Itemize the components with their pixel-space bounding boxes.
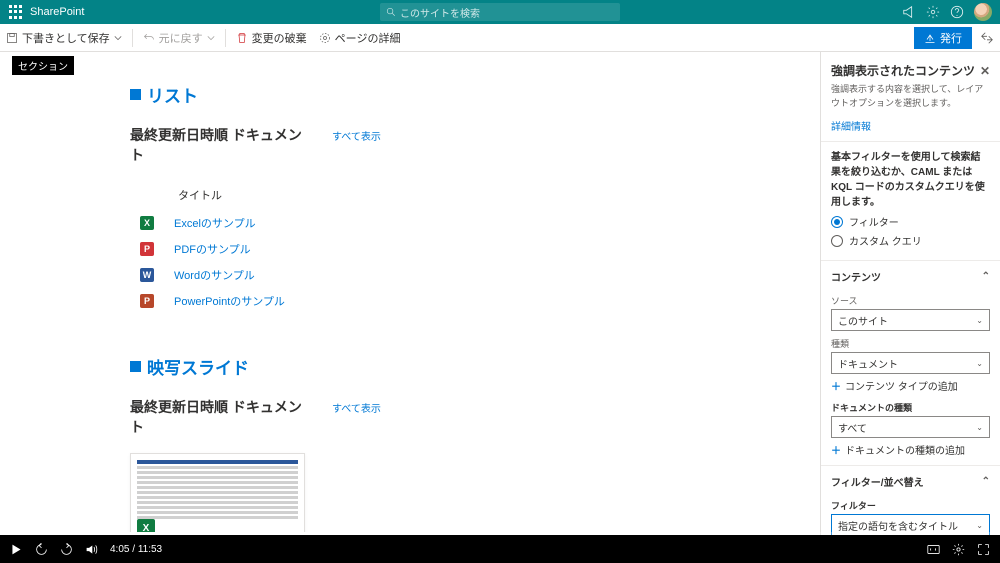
doctype-label: ドキュメントの種類	[831, 401, 990, 414]
detail-info-link[interactable]: 詳細情報	[821, 118, 1000, 141]
chevron-up-icon: ⌃	[982, 476, 990, 487]
card-preview: X	[131, 454, 304, 544]
suite-right	[902, 3, 992, 21]
settings-gear-icon[interactable]	[926, 5, 940, 19]
source-label: ソース	[831, 294, 990, 307]
group-filter-sort[interactable]: フィルター/並べ替え⌃	[821, 465, 1000, 493]
radio-filter[interactable]: フィルター	[831, 214, 990, 229]
play-icon[interactable]	[10, 543, 23, 556]
view-all-link[interactable]: すべて表示	[332, 128, 381, 143]
save-draft-button[interactable]: 下書きとして保存	[0, 24, 128, 51]
radio-unchecked-icon	[831, 235, 843, 247]
chevron-down-icon	[207, 34, 215, 42]
chevron-up-icon: ⌃	[982, 271, 990, 282]
close-panel-icon[interactable]: ✕	[980, 64, 990, 78]
undo-button[interactable]: 元に戻す	[137, 24, 221, 51]
panel-title: 強調表示されたコンテンツ	[831, 62, 975, 79]
doc-link[interactable]: PDFのサンプル	[174, 241, 251, 257]
add-doctype[interactable]: ＋ドキュメントの種類の追加	[831, 442, 990, 457]
square-bullet-icon	[130, 89, 141, 100]
chevron-down-icon: ⌄	[976, 521, 983, 530]
list-item[interactable]: P PowerPointのサンプル	[140, 288, 740, 314]
zone-title-list: リスト	[130, 82, 740, 107]
search-icon	[386, 7, 396, 17]
page-details-button[interactable]: ページの詳細	[313, 24, 407, 51]
doctype-dropdown[interactable]: すべて⌄	[831, 416, 990, 438]
video-time: 4:05 / 11:53	[110, 544, 162, 555]
megaphone-icon[interactable]	[902, 5, 916, 19]
list-item[interactable]: X Excelのサンプル	[140, 210, 740, 236]
pdf-file-icon: P	[140, 242, 154, 256]
divider	[225, 29, 226, 47]
doc-link[interactable]: Wordのサンプル	[174, 267, 255, 283]
list-item[interactable]: P PDFのサンプル	[140, 236, 740, 262]
search-placeholder: このサイトを検索	[400, 5, 480, 20]
type-label: 種類	[831, 337, 990, 350]
volume-icon[interactable]	[85, 543, 98, 556]
page-canvas: セクション リスト 最終更新日時順 ドキュメント すべて表示 タイトル X Exc…	[0, 52, 820, 563]
forward-10-icon[interactable]	[60, 543, 73, 556]
user-avatar[interactable]	[974, 3, 992, 21]
column-header-title: タイトル	[140, 181, 740, 210]
page-settings-icon	[319, 32, 331, 44]
publish-icon	[924, 32, 936, 44]
suite-bar: SharePoint このサイトを検索	[0, 0, 1000, 24]
workspace: セクション リスト 最終更新日時順 ドキュメント すべて表示 タイトル X Exc…	[0, 52, 1000, 563]
webpart-title: 最終更新日時順 ドキュメント	[130, 397, 310, 437]
add-content-type[interactable]: ＋コンテンツ タイプの追加	[831, 378, 990, 393]
chevron-down-icon: ⌄	[976, 423, 983, 432]
captions-icon[interactable]	[927, 543, 940, 556]
undo-icon	[143, 32, 155, 44]
publish-button[interactable]: 発行	[914, 27, 972, 49]
panel-subtitle: 強調表示する内容を選択して、レイアウトオプションを選択します。	[821, 83, 1000, 118]
document-list: タイトル XExcelのサンプル PPDFのサンプル WWordのサンプル PP…	[140, 181, 740, 314]
plus-icon: ＋	[831, 442, 841, 457]
plus-icon: ＋	[831, 378, 841, 393]
trash-icon	[236, 32, 248, 44]
rewind-10-icon[interactable]	[35, 543, 48, 556]
list-item[interactable]: W Wordのサンプル	[140, 262, 740, 288]
command-bar: 下書きとして保存 元に戻す 変更の破棄 ページの詳細 発行	[0, 24, 1000, 52]
fullscreen-icon[interactable]	[977, 543, 990, 556]
discard-button[interactable]: 変更の破棄	[230, 24, 313, 51]
settings-icon[interactable]	[952, 543, 965, 556]
app-launcher-icon[interactable]	[8, 5, 22, 19]
webpart-title: 最終更新日時順 ドキュメント	[130, 125, 310, 165]
chevron-down-icon: ⌄	[976, 316, 983, 325]
radio-custom-query[interactable]: カスタム クエリ	[831, 233, 990, 248]
source-dropdown[interactable]: このサイト⌄	[831, 309, 990, 331]
chevron-down-icon: ⌄	[976, 359, 983, 368]
excel-file-icon: X	[140, 216, 154, 230]
radio-checked-icon	[831, 216, 843, 228]
chevron-down-icon	[114, 34, 122, 42]
section-label: セクション	[12, 56, 74, 75]
doc-link[interactable]: PowerPointのサンプル	[174, 293, 285, 309]
view-all-link[interactable]: すべて表示	[332, 400, 381, 415]
square-bullet-icon	[130, 361, 141, 372]
video-controls: 4:05 / 11:53	[0, 535, 1000, 563]
doc-link[interactable]: Excelのサンプル	[174, 215, 256, 231]
group-content[interactable]: コンテンツ⌃	[821, 260, 1000, 288]
word-file-icon: W	[140, 268, 154, 282]
zone-title-slides: 映写スライド	[130, 354, 740, 379]
help-icon[interactable]	[950, 5, 964, 19]
collapse-panel-icon[interactable]	[980, 31, 994, 45]
property-panel: 強調表示されたコンテンツ ✕ 強調表示する内容を選択して、レイアウトオプションを…	[820, 52, 1000, 563]
powerpoint-file-icon: P	[140, 294, 154, 308]
divider	[132, 29, 133, 47]
search-box[interactable]: このサイトを検索	[380, 3, 620, 21]
suite-title: SharePoint	[30, 6, 84, 18]
filter-label: フィルター	[831, 499, 990, 512]
save-icon	[6, 32, 18, 44]
filter-intro: 基本フィルターを使用して検索結果を絞り込むか、CAML または KQL コードの…	[831, 150, 990, 210]
type-dropdown[interactable]: ドキュメント⌄	[831, 352, 990, 374]
